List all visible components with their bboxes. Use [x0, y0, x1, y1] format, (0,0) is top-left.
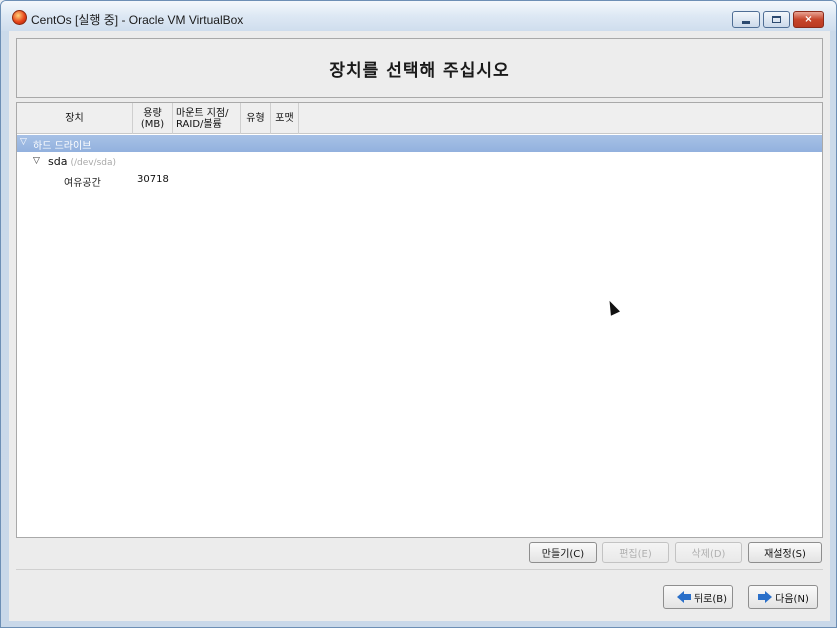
column-header-mount[interactable]: 마운트 지점/ RAID/볼륨	[173, 103, 241, 134]
next-button[interactable]: 다음(N)	[748, 585, 818, 609]
tree-row-free-space[interactable]: 여유공간 30718	[17, 172, 822, 189]
tree-row-sda[interactable]: ▽ sda (/dev/sda)	[17, 153, 822, 170]
free-space-label: 여유공간	[64, 178, 101, 189]
header-panel: 장치를 선택해 주십시오	[16, 38, 823, 98]
edit-button[interactable]: 편집(E)	[602, 542, 669, 563]
maximize-button[interactable]	[763, 11, 790, 28]
maximize-icon	[772, 16, 781, 23]
column-header-size[interactable]: 용량 (MB)	[133, 103, 173, 134]
page-title: 장치를 선택해 주십시오	[329, 60, 510, 81]
minimize-icon	[742, 20, 750, 24]
expander-down-icon[interactable]: ▽	[33, 156, 40, 166]
installer-content: 장치를 선택해 주십시오 장치 용량 (MB) 마운트 지점/ RAID/볼륨 …	[9, 31, 830, 621]
close-icon: ×	[804, 14, 813, 25]
table-header: 장치 용량 (MB) 마운트 지점/ RAID/볼륨 유형 포맷	[17, 103, 822, 134]
divider	[16, 569, 823, 570]
device-table[interactable]: 장치 용량 (MB) 마운트 지점/ RAID/볼륨 유형 포맷 ▽ 하드 드라…	[16, 102, 823, 538]
disk-path: (/dev/sda)	[70, 158, 117, 168]
disk-name: sda (/dev/sda)	[48, 155, 117, 168]
expander-down-icon[interactable]: ▽	[20, 137, 27, 147]
vm-window: CentOs [실행 중] - Oracle VM VirtualBox × 장…	[0, 0, 837, 628]
column-header-format[interactable]: 포맷	[271, 103, 299, 134]
column-header-device[interactable]: 장치	[17, 103, 133, 134]
back-button[interactable]: 뒤로(B)	[663, 585, 733, 609]
minimize-button[interactable]	[732, 11, 760, 28]
title-bar[interactable]: CentOs [실행 중] - Oracle VM VirtualBox ×	[1, 1, 836, 31]
create-button[interactable]: 만들기(C)	[529, 542, 597, 563]
mouse-cursor-icon	[605, 298, 620, 316]
tree-row-hard-drives[interactable]: ▽ 하드 드라이브	[17, 135, 822, 152]
column-header-type[interactable]: 유형	[241, 103, 271, 134]
close-button[interactable]: ×	[793, 11, 824, 28]
group-label: 하드 드라이브	[33, 141, 92, 152]
arrow-right-icon	[758, 591, 773, 603]
free-space-size: 30718	[137, 174, 169, 185]
virtualbox-icon	[12, 10, 27, 25]
arrow-left-icon	[676, 591, 691, 603]
delete-button[interactable]: 삭제(D)	[675, 542, 742, 563]
reset-button[interactable]: 재설정(S)	[748, 542, 822, 563]
window-title: CentOs [실행 중] - Oracle VM VirtualBox	[31, 13, 244, 27]
